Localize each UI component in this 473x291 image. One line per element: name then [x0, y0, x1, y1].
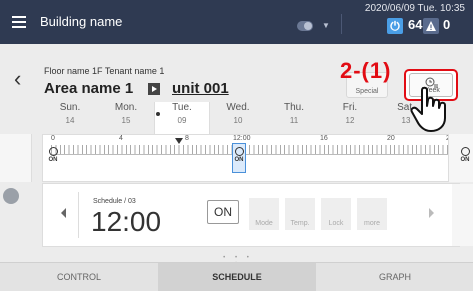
on-button[interactable]: ON	[207, 200, 239, 224]
clock-icon	[234, 147, 244, 156]
area-label: Area name 1	[44, 80, 134, 97]
day-row: Sun. 14 Mon. 15 Tue. 09 Wed. 10 Thu. 11 Fri. 1…	[42, 102, 462, 134]
mode-button[interactable]: Mode	[249, 198, 279, 230]
schedule-point-next[interactable]: ON	[458, 147, 472, 163]
temp-button[interactable]: Temp.	[285, 198, 315, 230]
menu-icon[interactable]	[12, 16, 26, 28]
tab-graph[interactable]: GRAPH	[316, 263, 473, 291]
tick-label: 20	[387, 135, 395, 142]
pointing-hand-icon	[410, 86, 446, 132]
next-schedule-pane[interactable]	[452, 184, 473, 246]
clock-icon	[460, 147, 470, 156]
schedule-panel: Schedule / 03 12:00 ON Mode Temp. Lock m…	[42, 183, 460, 247]
header-divider	[341, 14, 342, 34]
prev-day-pane[interactable]	[0, 134, 32, 182]
power-icon[interactable]: ⏻	[387, 18, 403, 34]
timeline-panel[interactable]: 0 4 8 12:00 16 20 24	[42, 134, 460, 182]
tick-label: 4	[119, 135, 123, 142]
lock-button[interactable]: Lock	[321, 198, 351, 230]
day-wed[interactable]: Wed. 10	[210, 102, 266, 125]
toggle-switch[interactable]	[297, 21, 313, 31]
more-button[interactable]: more	[357, 198, 387, 230]
chevron-down-icon[interactable]: ▼	[322, 21, 330, 30]
day-thu[interactable]: Thu. 11	[266, 102, 322, 125]
app-header: Building name ▼ 2020/06/09 Tue. 10:35 ⏻ …	[0, 0, 473, 44]
tick-label: 0	[51, 135, 55, 142]
tick-label: 16	[320, 135, 328, 142]
warning-icon[interactable]	[423, 18, 439, 34]
day-mon[interactable]: Mon. 15	[98, 102, 154, 125]
bottom-tabs: CONTROL SCHEDULE GRAPH	[0, 262, 473, 291]
prev-page-button[interactable]	[3, 188, 19, 204]
unit-selector-button[interactable]	[148, 83, 160, 95]
today-dot	[156, 112, 160, 116]
divider	[78, 192, 79, 238]
day-tue[interactable]: Tue. 09	[154, 102, 210, 134]
unit-link[interactable]: unit 001	[172, 80, 229, 97]
tab-control[interactable]: CONTROL	[0, 263, 158, 291]
time-ruler	[51, 145, 451, 155]
tick-label: 8	[185, 135, 189, 142]
schedule-point-selected-label: ON	[232, 147, 246, 163]
schedule-time[interactable]: 12:00	[91, 206, 161, 238]
datetime: 2020/06/09 Tue. 10:35	[364, 3, 465, 14]
current-time-marker	[175, 138, 183, 144]
tab-schedule[interactable]: SCHEDULE	[158, 263, 316, 291]
warning-count: 0	[443, 17, 451, 32]
day-fri[interactable]: Fri. 12	[322, 102, 378, 125]
building-name[interactable]: Building name	[40, 14, 122, 29]
clock-icon	[48, 147, 58, 156]
special-label: Special	[355, 88, 379, 95]
next-schedule-icon[interactable]	[429, 208, 434, 218]
schedule-point-prev[interactable]: ON	[46, 147, 60, 163]
floor-label: Floor name 1F Tenant name 1	[44, 66, 165, 76]
tick-label: 12:00	[233, 135, 251, 142]
day-sun[interactable]: Sun. 14	[42, 102, 98, 125]
prev-schedule-icon[interactable]	[61, 208, 66, 218]
schedule-label: Schedule / 03	[93, 198, 136, 205]
callout-label: 2-(1)	[340, 58, 392, 83]
back-icon[interactable]: ‹	[14, 66, 21, 92]
power-count: 64	[408, 17, 423, 32]
